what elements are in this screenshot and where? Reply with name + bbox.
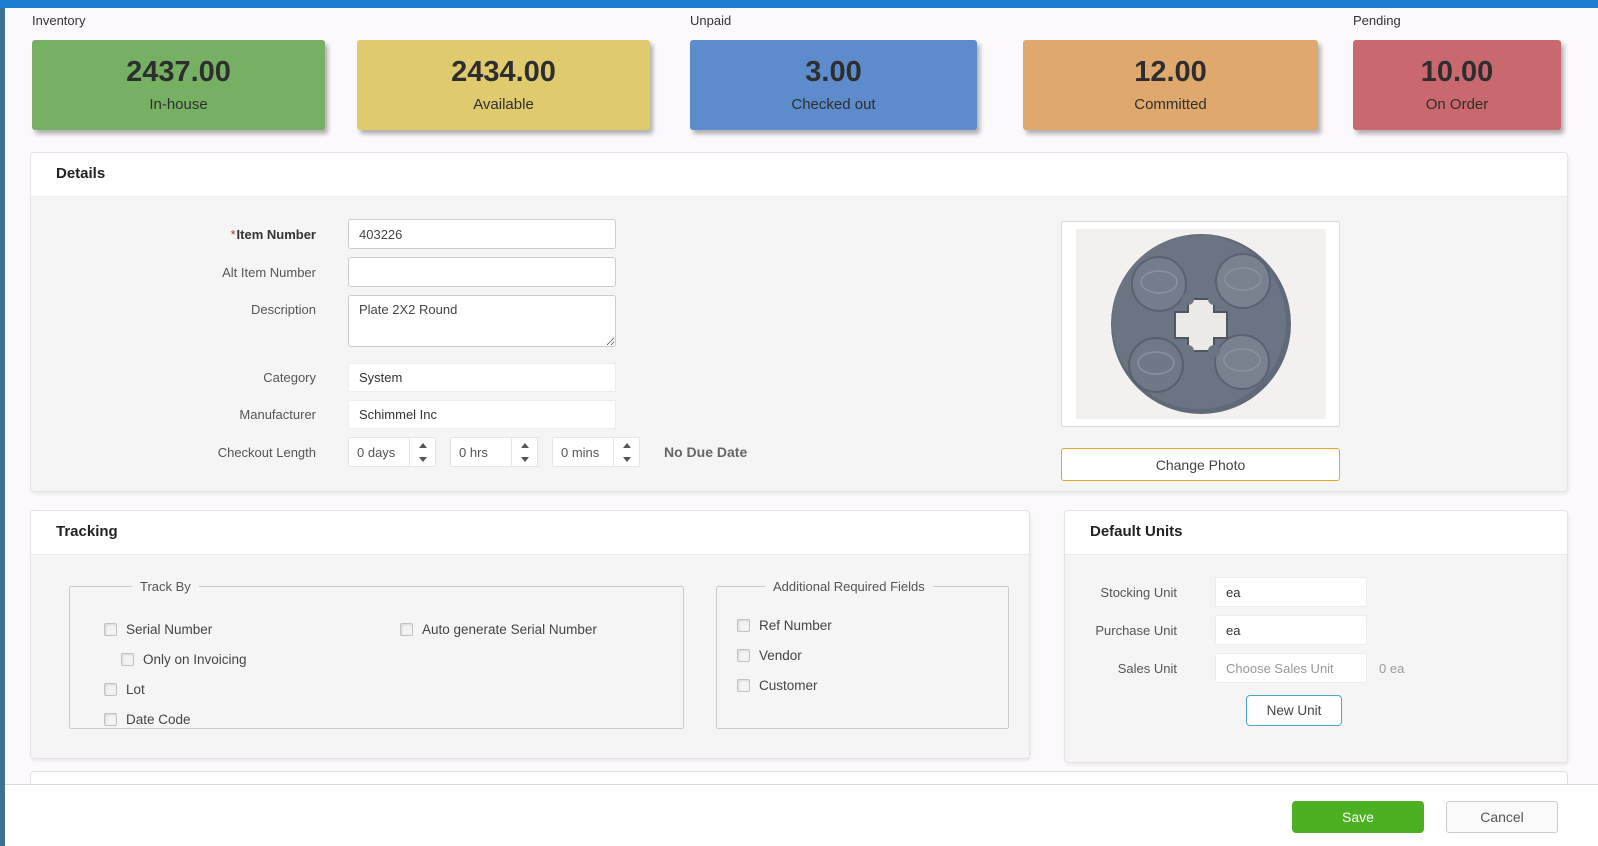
additional-required-fields-legend: Additional Required Fields xyxy=(765,579,933,594)
checkbox-label: Customer xyxy=(759,678,818,693)
stat-value: 2437.00 xyxy=(126,57,231,89)
only-on-invoicing-checkbox[interactable] xyxy=(121,653,134,666)
stat-card-in-house: 2437.00 In-house xyxy=(32,40,325,130)
alt-item-number-input[interactable] xyxy=(348,257,616,287)
main-content: Inventory 2437.00 In-house 2434.00 Avail… xyxy=(5,8,1598,846)
stepper-down-icon[interactable] xyxy=(614,452,639,466)
checkout-days-input[interactable] xyxy=(348,437,410,467)
item-number-label: *Item Number xyxy=(31,227,348,242)
manufacturer-label: Manufacturer xyxy=(31,407,348,422)
details-section-title: Details xyxy=(31,153,1567,197)
purchase-unit-input[interactable] xyxy=(1215,615,1367,645)
lego-plate-photo xyxy=(1076,229,1326,419)
stepper-up-icon[interactable] xyxy=(512,438,537,452)
customer-checkbox[interactable] xyxy=(737,679,750,692)
change-photo-button[interactable]: Change Photo xyxy=(1061,448,1340,481)
date-code-checkbox[interactable] xyxy=(104,713,117,726)
stepper-up-icon[interactable] xyxy=(410,438,435,452)
alt-item-number-label: Alt Item Number xyxy=(31,265,348,280)
stepper-up-icon[interactable] xyxy=(614,438,639,452)
stat-card-committed: 12.00 Committed xyxy=(1023,40,1318,130)
details-section: Details *Item Number Alt Item Number Des… xyxy=(30,152,1568,492)
checkout-hours-stepper[interactable] xyxy=(512,437,538,467)
stat-value: 3.00 xyxy=(805,57,861,89)
checkbox-label: Only on Invoicing xyxy=(143,652,247,667)
default-units-section-title: Default Units xyxy=(1065,511,1567,555)
required-asterisk: * xyxy=(230,227,235,242)
stat-value: 10.00 xyxy=(1421,57,1494,89)
item-photo-panel: Change Photo xyxy=(1061,221,1340,481)
stocking-unit-label: Stocking Unit xyxy=(1065,585,1215,600)
serial-number-checkbox[interactable] xyxy=(104,623,117,636)
new-unit-button[interactable]: New Unit xyxy=(1246,695,1342,726)
stat-value: 12.00 xyxy=(1134,57,1207,89)
vendor-checkbox[interactable] xyxy=(737,649,750,662)
stat-card-on-order: 10.00 On Order xyxy=(1353,40,1561,130)
default-units-section: Default Units Stocking Unit Purchase Uni… xyxy=(1064,510,1568,763)
additional-required-fields-fieldset: Additional Required Fields Ref Number Ve… xyxy=(716,579,1009,729)
manufacturer-input[interactable] xyxy=(348,400,616,429)
stat-group-unpaid: Unpaid 3.00 Checked out 12.00 Committed xyxy=(690,13,1318,130)
inventory-item-page: Inventory 2437.00 In-house 2434.00 Avail… xyxy=(0,0,1598,846)
checkbox-label: Auto generate Serial Number xyxy=(422,622,597,637)
stat-label: Committed xyxy=(1134,96,1207,113)
purchase-unit-label: Purchase Unit xyxy=(1065,623,1215,638)
stat-label: On Order xyxy=(1426,96,1489,113)
ref-number-checkbox[interactable] xyxy=(737,619,750,632)
stat-group-label: Pending xyxy=(1353,13,1561,28)
stocking-unit-input[interactable] xyxy=(1215,577,1367,607)
stat-group-pending: Pending 10.00 On Order xyxy=(1353,13,1561,130)
sales-unit-label: Sales Unit xyxy=(1065,661,1215,676)
stat-label: Available xyxy=(473,96,534,113)
save-button[interactable]: Save xyxy=(1292,801,1424,833)
category-input[interactable] xyxy=(348,363,616,392)
left-accent-strip xyxy=(0,8,5,846)
stat-card-available: 2434.00 Available xyxy=(357,40,650,130)
cancel-button[interactable]: Cancel xyxy=(1446,801,1558,833)
top-accent-bar xyxy=(0,0,1598,8)
stepper-down-icon[interactable] xyxy=(512,452,537,466)
sales-unit-input[interactable] xyxy=(1215,653,1367,683)
item-number-input[interactable] xyxy=(348,219,616,249)
stat-group-label: Inventory xyxy=(32,13,650,28)
description-textarea[interactable]: Plate 2X2 Round xyxy=(348,295,616,347)
description-label: Description xyxy=(31,295,348,317)
checkout-days-stepper[interactable] xyxy=(410,437,436,467)
stepper-down-icon[interactable] xyxy=(410,452,435,466)
checkbox-label: Vendor xyxy=(759,648,802,663)
checkout-hours-input[interactable] xyxy=(450,437,512,467)
stat-value: 2434.00 xyxy=(451,57,556,89)
checkbox-label: Serial Number xyxy=(126,622,212,637)
checkbox-label: Lot xyxy=(126,682,145,697)
no-due-date-text: No Due Date xyxy=(664,444,747,460)
checkout-length-label: Checkout Length xyxy=(31,445,348,460)
auto-generate-serial-number-checkbox[interactable] xyxy=(400,623,413,636)
track-by-fieldset: Track By Serial Number Only on Invoicing xyxy=(69,579,684,729)
stat-group-inventory: Inventory 2437.00 In-house 2434.00 Avail… xyxy=(32,13,650,130)
footer-action-bar: Save Cancel xyxy=(5,784,1598,846)
tracking-section-title: Tracking xyxy=(31,511,1029,555)
details-form: *Item Number Alt Item Number Description… xyxy=(31,219,831,475)
stat-label: Checked out xyxy=(791,96,875,113)
lot-checkbox[interactable] xyxy=(104,683,117,696)
track-by-legend: Track By xyxy=(132,579,199,594)
stat-card-checked-out: 3.00 Checked out xyxy=(690,40,977,130)
item-photo xyxy=(1061,221,1340,427)
stat-group-label: Unpaid xyxy=(690,13,1318,28)
stat-label: In-house xyxy=(149,96,207,113)
checkbox-label: Ref Number xyxy=(759,618,832,633)
sales-unit-quantity-text: 0 ea xyxy=(1379,661,1404,676)
checkout-mins-input[interactable] xyxy=(552,437,614,467)
category-label: Category xyxy=(31,370,348,385)
checkbox-label: Date Code xyxy=(126,712,191,727)
checkout-mins-stepper[interactable] xyxy=(614,437,640,467)
tracking-section: Tracking Track By Serial Number Only on … xyxy=(30,510,1030,759)
